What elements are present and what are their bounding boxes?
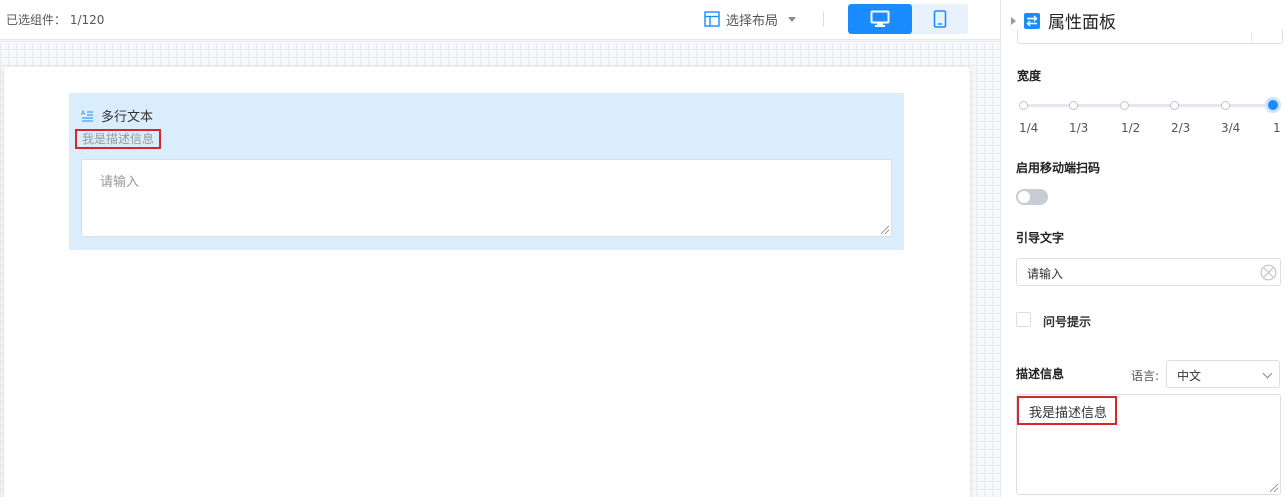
caret-down-icon [788,16,797,22]
slider-stop[interactable] [1120,101,1129,110]
slider-thumb[interactable] [1265,97,1281,113]
guide-text-label: 引导文字 [1016,231,1065,245]
tick-label: 1/2 [1121,121,1141,135]
guide-text-value: 请输入 [1027,267,1064,281]
mobile-scan-label: 启用移动端扫码 [1016,161,1101,175]
slider-track [1022,104,1272,107]
field-textarea[interactable]: 请输入 [81,159,892,237]
multiline-text-field[interactable]: A 多行文本 我是描述信息 请输入 [69,93,904,250]
mobile-scan-toggle[interactable] [1016,189,1048,205]
clear-icon[interactable] [1260,264,1277,281]
selected-count: 已选组件： 1/120 [6,13,105,27]
multiline-text-icon: A [81,110,93,122]
language-select[interactable]: 中文 [1166,360,1280,388]
field-description: 我是描述信息 [75,129,162,149]
resize-handle-icon[interactable] [881,226,889,234]
canvas-toolbar: 已选组件： 1/120 选择布局 [0,0,1000,40]
field-title: A 多行文本 [81,106,153,125]
chevron-down-icon [1262,368,1273,379]
designer-area: 已选组件： 1/120 选择布局 A 多行文本 我是描述信息 请输入 [0,0,1000,497]
language-label: 语言: [1131,369,1160,383]
layout-label: 选择布局 [726,13,779,29]
resize-handle-icon[interactable] [1270,484,1278,492]
divider [823,11,824,27]
desktop-icon [870,10,890,27]
layout-select-button[interactable]: 选择布局 [704,9,797,29]
slider-stop[interactable] [1069,101,1078,110]
desktop-view-button[interactable] [848,4,912,34]
description-value: 我是描述信息 [1017,396,1118,425]
previous-input-bottom [1017,30,1283,44]
description-label: 描述信息 [1016,367,1065,381]
tick-label: 1/3 [1069,121,1089,135]
device-switch [848,4,968,34]
question-tip-checkbox[interactable] [1016,312,1031,327]
slider-stop[interactable] [1221,101,1230,110]
svg-text:A: A [81,110,86,117]
tick-label: 1/4 [1019,121,1039,135]
swap-icon [1024,12,1040,29]
tick-label: 2/3 [1171,121,1191,135]
tick-label: 1 [1273,121,1281,135]
expand-arrow-icon[interactable] [1011,16,1016,25]
description-textarea[interactable]: 我是描述信息 [1016,394,1281,495]
slider-stop[interactable] [1170,101,1179,110]
question-tip-label: 问号提示 [1043,315,1092,329]
language-value: 中文 [1177,369,1202,383]
layout-icon [704,11,720,27]
toggle-knob [1018,191,1030,203]
field-placeholder: 请输入 [100,175,140,190]
slider-stop[interactable] [1019,101,1028,110]
guide-text-input[interactable]: 请输入 [1016,258,1281,286]
field-title-label: 多行文本 [101,110,154,125]
width-label: 宽度 [1017,69,1042,83]
mobile-view-button[interactable] [912,4,968,34]
tick-label: 3/4 [1221,121,1241,135]
mobile-icon [933,10,947,28]
width-slider[interactable] [1018,97,1281,113]
